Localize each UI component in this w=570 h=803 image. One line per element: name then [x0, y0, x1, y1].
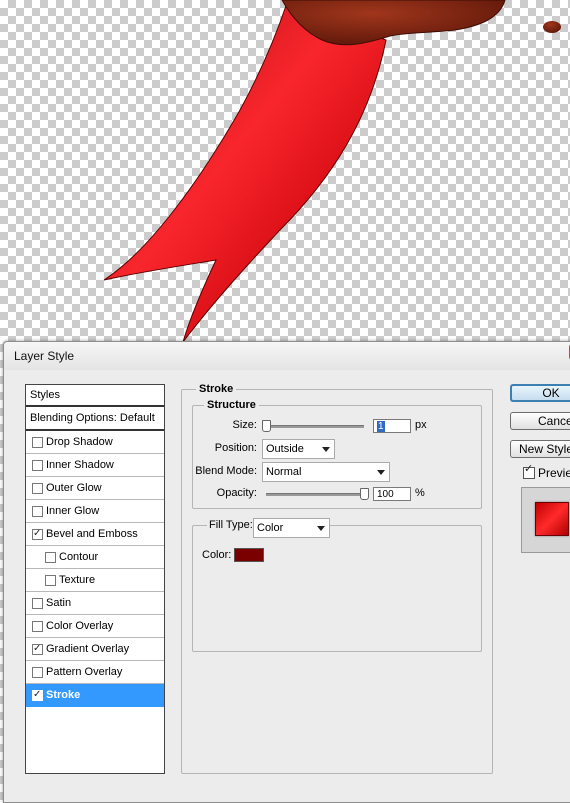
style-item-label: Inner Shadow — [46, 459, 114, 471]
style-item-label: Drop Shadow — [46, 436, 113, 448]
style-checkbox[interactable] — [32, 638, 43, 660]
style-checkbox[interactable] — [32, 667, 43, 678]
stroke-color-swatch[interactable] — [234, 548, 264, 562]
style-item-inner-glow[interactable]: Inner Glow — [26, 500, 164, 523]
style-item-label: Color Overlay — [46, 620, 114, 632]
style-item-label: Satin — [46, 597, 72, 609]
style-item-label: Inner Glow — [46, 505, 100, 517]
blending-options-item[interactable]: Blending Options: Default — [26, 407, 164, 431]
fill-type-value: Color — [257, 522, 284, 534]
position-value: Outside — [266, 443, 304, 455]
style-checkbox[interactable] — [32, 621, 43, 632]
ribbon-shape — [103, 0, 387, 343]
dialog-title: Layer Style — [14, 349, 75, 363]
size-slider-thumb[interactable] — [262, 420, 271, 432]
style-item-texture[interactable]: Texture — [26, 569, 164, 592]
style-checkbox[interactable] — [45, 575, 56, 586]
style-item-satin[interactable]: Satin — [26, 592, 164, 615]
dialog-titlebar[interactable]: Layer Style — [4, 342, 570, 370]
style-checkbox[interactable] — [32, 506, 43, 517]
fill-type-label: Fill Type: — [207, 519, 255, 531]
style-checkbox[interactable] — [32, 437, 43, 448]
structure-title: Structure — [204, 399, 259, 411]
size-slider[interactable] — [266, 425, 364, 428]
position-label: Position: — [214, 442, 257, 454]
size-label: Size: — [232, 419, 257, 431]
chevron-down-icon — [317, 526, 325, 531]
size-input[interactable]: 1 — [373, 419, 411, 433]
style-item-label: Gradient Overlay — [46, 643, 130, 655]
style-checkbox[interactable] — [32, 684, 43, 706]
style-preview — [521, 487, 570, 553]
cancel-button[interactable]: Cancel — [510, 412, 570, 430]
style-checkbox[interactable] — [45, 552, 56, 563]
blend-mode-label: Blend Mode: — [195, 465, 257, 477]
style-checkbox[interactable] — [32, 460, 43, 471]
layer-style-dialog: Layer Style Styles Blending Options: Def… — [3, 341, 570, 803]
opacity-label: Opacity: — [216, 487, 257, 499]
style-item-pattern-overlay[interactable]: Pattern Overlay — [26, 661, 164, 684]
fill-group: Fill Type: Color Color: — [192, 518, 482, 652]
blend-mode-value: Normal — [266, 466, 302, 478]
color-label: Color: — [202, 549, 232, 561]
style-item-label: Texture — [59, 574, 96, 586]
style-item-inner-shadow[interactable]: Inner Shadow — [26, 454, 164, 477]
style-item-label: Contour — [59, 551, 99, 563]
style-item-gradient-overlay[interactable]: Gradient Overlay — [26, 638, 164, 661]
style-item-color-overlay[interactable]: Color Overlay — [26, 615, 164, 638]
style-checkbox[interactable] — [32, 483, 43, 494]
chevron-down-icon — [377, 470, 385, 475]
style-item-stroke[interactable]: Stroke — [26, 684, 164, 707]
styles-header[interactable]: Styles — [26, 385, 164, 407]
structure-group: Structure Size: 1 px Position: Outside B… — [192, 399, 482, 509]
canvas-artwork — [103, 0, 561, 343]
styles-list: Styles Blending Options: Default Drop Sh… — [25, 384, 165, 774]
size-unit: px — [415, 419, 427, 431]
position-select[interactable]: Outside — [262, 439, 335, 459]
stroke-section-title: Stroke — [196, 383, 237, 395]
ok-button[interactable]: OK — [510, 384, 570, 402]
blend-mode-select[interactable]: Normal — [262, 462, 390, 482]
style-checkbox[interactable] — [32, 598, 43, 609]
style-item-outer-glow[interactable]: Outer Glow — [26, 477, 164, 500]
chevron-down-icon — [322, 447, 330, 452]
opacity-slider[interactable] — [266, 493, 364, 496]
style-item-label: Outer Glow — [46, 482, 102, 494]
new-style-button[interactable]: New Style... — [510, 440, 570, 458]
preview-thumbnail — [535, 502, 569, 536]
wax-drop — [543, 21, 561, 33]
style-item-label: Stroke — [46, 689, 81, 701]
style-item-label: Bevel and Emboss — [46, 528, 138, 540]
style-item-label: Pattern Overlay — [46, 666, 123, 678]
opacity-unit: % — [415, 487, 425, 499]
style-item-bevel-and-emboss[interactable]: Bevel and Emboss — [26, 523, 164, 546]
style-item-contour[interactable]: Contour — [26, 546, 164, 569]
opacity-slider-thumb[interactable] — [360, 488, 369, 500]
preview-checkbox[interactable] — [523, 462, 535, 479]
preview-label: Preview — [538, 466, 570, 480]
style-checkbox[interactable] — [32, 523, 43, 545]
opacity-input[interactable]: 100 — [373, 487, 411, 501]
style-item-drop-shadow[interactable]: Drop Shadow — [26, 431, 164, 454]
fill-type-select[interactable]: Color — [253, 518, 330, 538]
stroke-group: Stroke Structure Size: 1 px Position: Ou… — [181, 383, 493, 774]
